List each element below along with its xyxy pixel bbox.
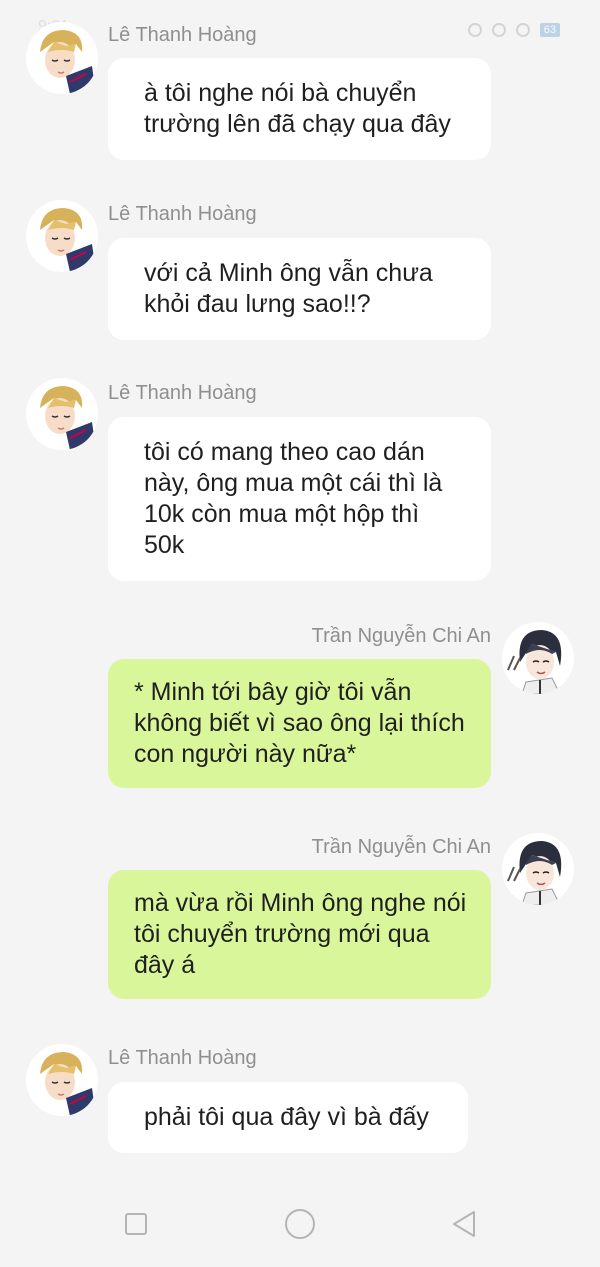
recent-apps-button[interactable] bbox=[116, 1204, 156, 1244]
sender-name: Lê Thanh Hoàng bbox=[108, 382, 257, 404]
message-bubble-incoming[interactable]: tôi có mang theo cao dán này, ông mua mộ… bbox=[108, 417, 491, 581]
alarm-icon bbox=[515, 23, 530, 37]
avatar-le-thanh-hoang[interactable] bbox=[26, 1044, 98, 1116]
sender-name: Trần Nguyễn Chi An bbox=[311, 836, 491, 858]
wifi-icon bbox=[491, 23, 506, 37]
navigation-bar bbox=[0, 1190, 600, 1267]
battery-icon: 63 bbox=[539, 23, 560, 37]
recent-apps-icon bbox=[125, 1213, 147, 1235]
message-bubble-incoming[interactable]: với cả Minh ông vẫn chưa khỏi đau lưng s… bbox=[108, 238, 491, 340]
vibrate-icon bbox=[467, 23, 482, 37]
blonde-boy-avatar-icon bbox=[26, 22, 98, 94]
message-bubble-incoming[interactable]: phải tôi qua đây vì bà đấy bbox=[108, 1082, 468, 1153]
status-bar: 63 bbox=[467, 18, 560, 42]
sender-name: Trần Nguyễn Chi An bbox=[311, 625, 491, 647]
dark-hair-girl-avatar-icon bbox=[502, 833, 574, 905]
home-icon bbox=[285, 1209, 315, 1239]
avatar-le-thanh-hoang[interactable] bbox=[26, 200, 98, 272]
home-button[interactable] bbox=[280, 1204, 320, 1244]
sender-name: Lê Thanh Hoàng bbox=[108, 203, 257, 225]
blonde-boy-avatar-icon bbox=[26, 1044, 98, 1116]
sender-name: Lê Thanh Hoàng bbox=[108, 1047, 257, 1069]
blonde-boy-avatar-icon bbox=[26, 200, 98, 272]
back-icon bbox=[453, 1211, 475, 1237]
avatar-tran-nguyen-chi-an[interactable] bbox=[502, 622, 574, 694]
avatar-le-thanh-hoang[interactable] bbox=[26, 22, 98, 94]
message-bubble-incoming[interactable]: à tôi nghe nói bà chuyển trường lên đã c… bbox=[108, 58, 491, 160]
dark-hair-girl-avatar-icon bbox=[502, 622, 574, 694]
message-bubble-outgoing[interactable]: * Minh tới bây giờ tôi vẫn không biết vì… bbox=[108, 659, 491, 788]
avatar-le-thanh-hoang[interactable] bbox=[26, 378, 98, 450]
back-button[interactable] bbox=[446, 1204, 486, 1244]
message-bubble-outgoing[interactable]: mà vừa rồi Minh ông nghe nói tôi chuyển … bbox=[108, 870, 491, 999]
avatar-tran-nguyen-chi-an[interactable] bbox=[502, 833, 574, 905]
sender-name: Lê Thanh Hoàng bbox=[108, 24, 257, 46]
blonde-boy-avatar-icon bbox=[26, 378, 98, 450]
